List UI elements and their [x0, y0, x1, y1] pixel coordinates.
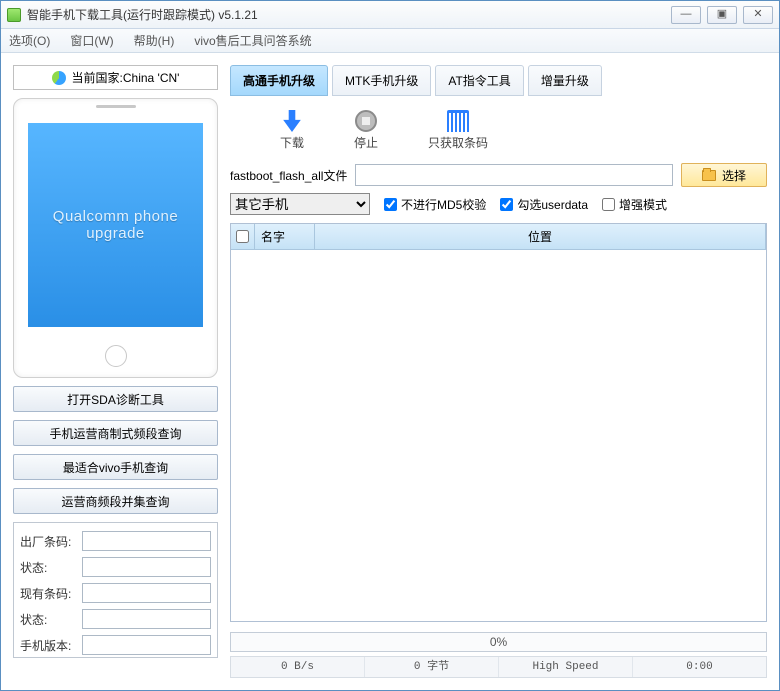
tab-mtk[interactable]: MTK手机升级 — [332, 65, 431, 96]
factory-barcode-label: 出厂条码: — [20, 533, 78, 550]
sidebar: 当前国家:China 'CN' Qualcomm phone upgrade 打… — [13, 65, 218, 678]
file-path-input[interactable] — [355, 164, 673, 186]
options-row: 其它手机 不进行MD5校验 勾选userdata 增强模式 — [230, 193, 767, 215]
status-bar: 0 B/s 0 字节 High Speed 0:00 — [230, 656, 767, 678]
no-md5-option[interactable]: 不进行MD5校验 — [384, 196, 486, 213]
file-label: fastboot_flash_all文件 — [230, 167, 347, 184]
enhanced-option[interactable]: 增强模式 — [602, 196, 667, 213]
tab-at[interactable]: AT指令工具 — [435, 65, 523, 96]
close-button[interactable]: ✕ — [743, 6, 773, 24]
phone-mockup: Qualcomm phone upgrade — [13, 98, 218, 378]
sda-diagnostic-button[interactable]: 打开SDA诊断工具 — [13, 386, 218, 412]
app-window: 智能手机下载工具(运行时跟踪模式) v5.1.21 — ▣ ✕ 选项(O) 窗口… — [0, 0, 780, 691]
progress-bar: 0% — [230, 632, 767, 652]
factory-barcode-input[interactable] — [82, 531, 211, 551]
action-barcode[interactable]: 只获取条码 — [428, 110, 488, 151]
action-stop[interactable]: 停止 — [354, 110, 378, 151]
download-icon — [281, 110, 303, 132]
download-label: 下载 — [280, 134, 304, 151]
country-box: 当前国家:China 'CN' — [13, 65, 218, 90]
stop-icon — [355, 110, 377, 132]
col-name[interactable]: 名字 — [255, 224, 315, 249]
globe-icon — [52, 71, 66, 85]
userdata-checkbox[interactable] — [500, 198, 513, 211]
window-buttons: — ▣ ✕ — [671, 6, 773, 24]
barcode-icon — [447, 110, 469, 132]
titlebar: 智能手机下载工具(运行时跟踪模式) v5.1.21 — ▣ ✕ — [1, 1, 779, 29]
status1-input[interactable] — [82, 557, 211, 577]
menubar: 选项(O) 窗口(W) 帮助(H) vivo售后工具问答系统 — [1, 29, 779, 53]
phone-ver-input[interactable] — [82, 635, 211, 655]
action-row: 下载 停止 只获取条码 — [230, 106, 767, 163]
minimize-button[interactable]: — — [671, 6, 701, 24]
band-collect-button[interactable]: 运营商频段并集查询 — [13, 488, 218, 514]
userdata-option[interactable]: 勾选userdata — [500, 196, 588, 213]
barcode-label: 只获取条码 — [428, 134, 488, 151]
status-time: 0:00 — [633, 657, 766, 677]
status-bytes: 0 字节 — [365, 657, 499, 677]
menu-help[interactable]: 帮助(H) — [134, 32, 175, 49]
status1-label: 状态: — [20, 559, 78, 576]
file-row: fastboot_flash_all文件 选择 — [230, 163, 767, 187]
stop-label: 停止 — [354, 134, 378, 151]
maximize-button[interactable]: ▣ — [707, 6, 737, 24]
status2-input[interactable] — [82, 609, 211, 629]
status-speed: 0 B/s — [231, 657, 365, 677]
menu-window[interactable]: 窗口(W) — [70, 32, 113, 49]
enhanced-checkbox[interactable] — [602, 198, 615, 211]
vivo-search-button[interactable]: 最适合vivo手机查询 — [13, 454, 218, 480]
status-mode: High Speed — [499, 657, 633, 677]
col-location[interactable]: 位置 — [315, 224, 766, 249]
phone-ver-label: 手机版本: — [20, 637, 78, 654]
phone-screen-text: Qualcomm phone upgrade — [28, 123, 204, 327]
menu-options[interactable]: 选项(O) — [9, 32, 50, 49]
carrier-band-button[interactable]: 手机运营商制式频段查询 — [13, 420, 218, 446]
tab-incremental[interactable]: 增量升级 — [528, 65, 602, 96]
table-header: 名字 位置 — [231, 224, 766, 250]
menu-vivo[interactable]: vivo售后工具问答系统 — [194, 32, 311, 49]
current-barcode-input[interactable] — [82, 583, 211, 603]
choose-label: 选择 — [722, 167, 746, 184]
table-body — [231, 250, 766, 621]
tabs: 高通手机升级 MTK手机升级 AT指令工具 增量升级 — [230, 65, 767, 96]
current-barcode-label: 现有条码: — [20, 585, 78, 602]
select-all-checkbox[interactable] — [236, 230, 249, 243]
barcode-fields: 出厂条码: 状态: 现有条码: 状态: 手机版本: — [13, 522, 218, 658]
main-panel: 高通手机升级 MTK手机升级 AT指令工具 增量升级 下载 停止 只获取条码 — [230, 65, 767, 678]
tab-qualcomm[interactable]: 高通手机升级 — [230, 65, 328, 96]
status2-label: 状态: — [20, 611, 78, 628]
app-icon — [7, 8, 21, 22]
col-checkbox[interactable] — [231, 224, 255, 249]
window-title: 智能手机下载工具(运行时跟踪模式) v5.1.21 — [27, 6, 671, 23]
country-label: 当前国家:China 'CN' — [72, 69, 180, 86]
no-md5-checkbox[interactable] — [384, 198, 397, 211]
choose-file-button[interactable]: 选择 — [681, 163, 767, 187]
phone-type-select[interactable]: 其它手机 — [230, 193, 370, 215]
file-table: 名字 位置 — [230, 223, 767, 622]
content: 当前国家:China 'CN' Qualcomm phone upgrade 打… — [1, 53, 779, 690]
action-download[interactable]: 下载 — [280, 110, 304, 151]
folder-icon — [702, 170, 716, 181]
